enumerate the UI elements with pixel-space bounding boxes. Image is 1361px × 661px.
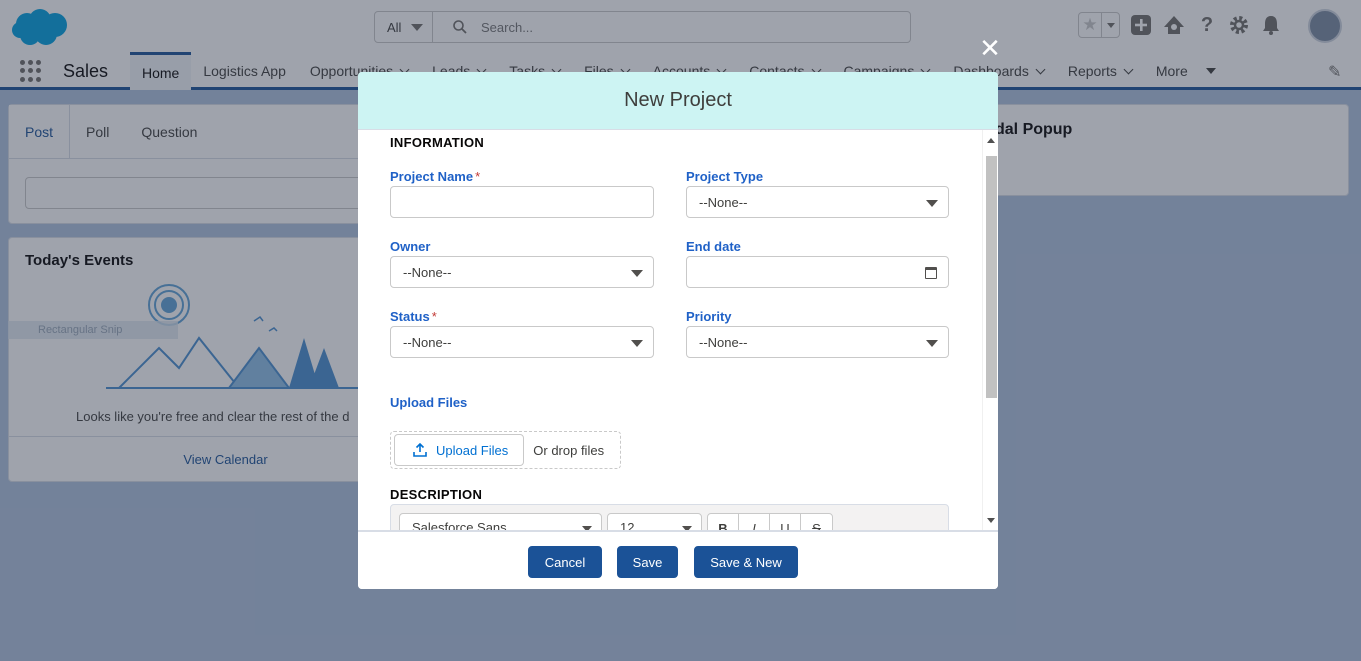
modal-title: New Project	[624, 89, 732, 111]
upload-files-label: Upload Files	[390, 395, 468, 410]
upload-button-label: Upload Files	[436, 442, 509, 458]
save-and-new-button[interactable]: Save & New	[694, 546, 798, 578]
select-value: --None--	[699, 334, 748, 350]
modal-body: INFORMATION Project Name * Project Type -…	[358, 130, 998, 530]
cancel-button[interactable]: Cancel	[528, 546, 602, 578]
size-value: 12	[620, 520, 635, 530]
section-description: DESCRIPTION	[390, 487, 483, 502]
select-value: --None--	[403, 264, 452, 280]
required-marker: *	[431, 309, 437, 324]
font-size-select[interactable]: 12	[607, 513, 702, 530]
drop-files-text: Or drop files	[533, 442, 605, 458]
bold-button[interactable]: B	[708, 514, 739, 530]
close-icon[interactable]: ✕	[978, 35, 1002, 61]
new-project-modal: New Project INFORMATION Project Name * Pr…	[358, 72, 998, 589]
owner-select[interactable]: --None--	[390, 256, 654, 288]
scroll-down-icon[interactable]	[987, 518, 995, 523]
rich-text-toolbar: Salesforce Sans 12 B I U S	[390, 504, 949, 530]
scroll-up-icon[interactable]	[987, 138, 995, 143]
save-button[interactable]: Save	[617, 546, 678, 578]
file-drop-zone[interactable]: Upload Files Or drop files	[390, 431, 621, 469]
upload-files-button[interactable]: Upload Files	[394, 434, 525, 466]
section-information: INFORMATION	[390, 135, 485, 150]
label-text: Status	[390, 309, 430, 324]
font-value: Salesforce Sans	[412, 520, 507, 530]
select-value: --None--	[699, 194, 748, 210]
owner-label: Owner	[390, 239, 431, 254]
chevron-down-icon	[631, 270, 643, 277]
status-label: Status *	[390, 309, 437, 324]
format-button-group: B I U S	[707, 513, 833, 530]
scroll-thumb[interactable]	[986, 156, 997, 398]
project-type-select[interactable]: --None--	[686, 186, 949, 218]
modal-scrollbar[interactable]	[982, 130, 998, 530]
priority-label: Priority	[686, 309, 732, 324]
status-select[interactable]: --None--	[390, 326, 654, 358]
modal-footer: Cancel Save Save & New	[358, 530, 998, 589]
font-family-select[interactable]: Salesforce Sans	[399, 513, 602, 530]
strikethrough-button[interactable]: S	[801, 514, 832, 531]
calendar-icon[interactable]	[925, 267, 937, 279]
project-name-input[interactable]	[390, 186, 654, 218]
chevron-down-icon	[926, 200, 938, 207]
underline-button[interactable]: U	[770, 514, 801, 530]
required-marker: *	[475, 169, 481, 184]
italic-button[interactable]: I	[739, 514, 770, 530]
chevron-down-icon	[926, 340, 938, 347]
select-value: --None--	[403, 334, 452, 350]
project-type-label: Project Type	[686, 169, 764, 184]
upload-icon	[413, 443, 427, 457]
priority-select[interactable]: --None--	[686, 326, 949, 358]
modal-header: New Project	[358, 72, 998, 130]
chevron-down-icon	[631, 340, 643, 347]
end-date-input[interactable]	[686, 256, 949, 288]
project-name-label: Project Name *	[390, 169, 480, 184]
end-date-label: End date	[686, 239, 741, 254]
label-text: Project Name	[390, 169, 474, 184]
